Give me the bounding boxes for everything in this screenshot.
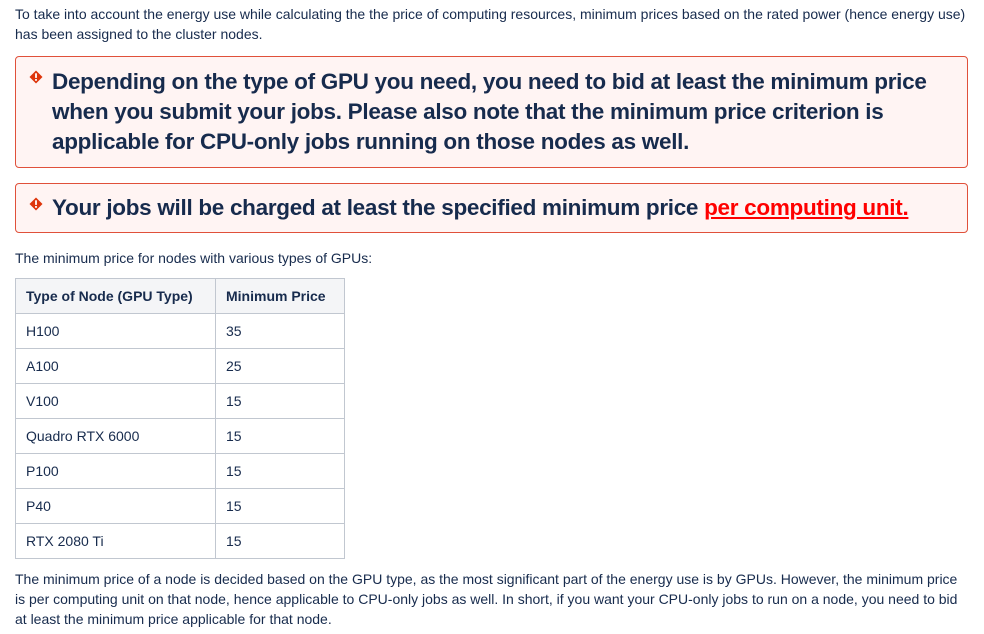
intro-paragraph: To take into account the energy use whil…: [15, 6, 966, 42]
error-alert-charging: Your jobs will be charged at least the s…: [15, 183, 968, 233]
per-computing-unit-link[interactable]: per computing unit.: [704, 195, 909, 220]
node-type-cell: V100: [15, 383, 216, 419]
alert-text: Your jobs will be charged at least the s…: [52, 195, 705, 220]
table-row: P40 15: [15, 488, 345, 524]
node-type-cell: P100: [15, 453, 216, 489]
outro-paragraph: The minimum price of a node is decided b…: [15, 571, 958, 627]
error-alert-minimum-price: Depending on the type of GPU you need, y…: [15, 56, 968, 168]
table-header-row: Type of Node (GPU Type) Minimum Price: [15, 278, 345, 314]
header-node-type: Type of Node (GPU Type): [15, 278, 216, 314]
minimum-price-table: Type of Node (GPU Type) Minimum Price H1…: [15, 278, 345, 559]
table-row: H100 35: [15, 313, 345, 349]
minimum-price-cell: 15: [215, 488, 345, 524]
table-row: A100 25: [15, 348, 345, 384]
table-row: V100 15: [15, 383, 345, 419]
alert-heading: Depending on the type of GPU you need, y…: [52, 69, 927, 154]
alert-heading: Your jobs will be charged at least the s…: [52, 193, 955, 223]
table-intro: The minimum price for nodes with various…: [15, 250, 373, 266]
node-type-cell: P40: [15, 488, 216, 524]
minimum-price-cell: 25: [215, 348, 345, 384]
minimum-price-cell: 35: [215, 313, 345, 349]
header-minimum-price: Minimum Price: [215, 278, 345, 314]
error-icon: [29, 70, 43, 84]
table-row: RTX 2080 Ti 15: [15, 523, 345, 559]
table-row: Quadro RTX 6000 15: [15, 418, 345, 454]
minimum-price-cell: 15: [215, 383, 345, 419]
error-icon: [29, 197, 43, 211]
table-row: P100 15: [15, 453, 345, 489]
minimum-price-cell: 15: [215, 453, 345, 489]
node-type-cell: H100: [15, 313, 216, 349]
node-type-cell: A100: [15, 348, 216, 384]
node-type-cell: Quadro RTX 6000: [15, 418, 216, 454]
node-type-cell: RTX 2080 Ti: [15, 523, 216, 559]
minimum-price-cell: 15: [215, 418, 345, 454]
page-content: To take into account the energy use whil…: [0, 0, 983, 629]
minimum-price-cell: 15: [215, 523, 345, 559]
